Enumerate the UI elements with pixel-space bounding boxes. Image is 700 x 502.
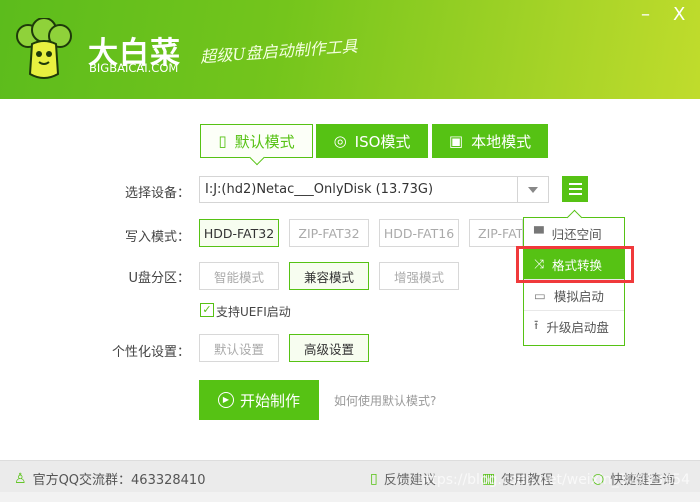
watermark: https://blog.csdn.net/weixin_37993454 <box>416 472 690 488</box>
menu-label: 升级启动盘 <box>546 320 609 335</box>
menu-item-upgrade-boot-disk[interactable]: ⭱ 升级启动盘 <box>524 311 624 342</box>
bottom-strip <box>0 492 700 502</box>
qq-group: ♙ 官方QQ交流群：463328410 <box>14 469 206 489</box>
tab-label: 默认模式 <box>234 132 295 151</box>
write-mode-zip-fat32[interactable]: ZIP-FAT32 <box>289 219 369 247</box>
close-button[interactable]: X <box>673 4 685 25</box>
start-label: 开始制作 <box>239 391 300 410</box>
footer-bar: ♙ 官方QQ交流群：463328410 ▯ 反馈建议 ▥ 使用教程 ○ 快捷键查询 ht… <box>0 460 700 492</box>
uefi-checkbox[interactable]: ✓ <box>200 303 214 317</box>
highlight-box <box>516 246 634 283</box>
write-mode-zip-fat[interactable]: ZIP-FAT <box>469 219 523 247</box>
partition-enhanced[interactable]: 增强模式 <box>379 262 459 290</box>
cabbage-logo-icon <box>16 18 72 79</box>
write-mode-label: 写入模式： <box>124 230 190 245</box>
qq-icon: ♙ <box>14 470 27 487</box>
menu-label: 归还空间 <box>551 226 602 242</box>
disc-icon: ◎ <box>333 132 347 150</box>
device-select[interactable]: I:J:(hd2)Netac___OnlyDisk (13.73G) <box>199 176 549 203</box>
partition-smart[interactable]: 智能模式 <box>199 262 279 290</box>
help-link[interactable]: 如何使用默认模式? <box>334 392 436 409</box>
personal-advanced[interactable]: 高级设置 <box>289 334 369 362</box>
monitor-icon: ▣ <box>448 132 464 150</box>
qq-text: 官方QQ交流群：463328410 <box>32 473 206 488</box>
personal-default[interactable]: 默认设置 <box>199 334 279 362</box>
menu-item-reclaim-space[interactable]: ▀ 归还空间 <box>524 218 624 249</box>
play-circle-icon: ▶ <box>217 392 234 408</box>
personal-label: 个性化设置： <box>111 345 190 360</box>
device-label: 选择设备： <box>124 186 190 201</box>
tab-local-mode[interactable]: ▣ 本地模式 <box>432 124 548 158</box>
device-value: I:J:(hd2)Netac___OnlyDisk (13.73G) <box>205 182 434 197</box>
disk-icon: ▀ <box>534 225 544 241</box>
chevron-down-icon[interactable] <box>517 177 548 202</box>
minimize-button[interactable]: – <box>641 4 650 25</box>
tab-iso-mode[interactable]: ◎ ISO模式 <box>316 124 428 158</box>
write-mode-hdd-fat16[interactable]: HDD-FAT16 <box>379 219 459 247</box>
header-banner: 大白菜 BIGBAICAI.COM 超级U盘启动制作工具 – X <box>0 0 700 99</box>
tab-label: 本地模式 <box>471 132 532 151</box>
feedback-icon: ▯ <box>370 470 378 487</box>
partition-label: U盘分区： <box>128 271 190 286</box>
usb-icon: ▯ <box>218 132 227 150</box>
uefi-label: 支持UEFI启动 <box>216 305 291 319</box>
write-mode-hdd-fat32[interactable]: HDD-FAT32 <box>199 219 279 247</box>
monitor-play-icon: ▭ <box>534 287 546 303</box>
partition-compatible[interactable]: 兼容模式 <box>289 262 369 290</box>
upload-icon: ⭱ <box>534 317 539 332</box>
start-button[interactable]: ▶ 开始制作 <box>199 380 319 420</box>
brand-domain: BIGBAICAI.COM <box>89 61 179 75</box>
tab-label: ISO模式 <box>354 132 411 151</box>
menu-button[interactable] <box>562 176 588 202</box>
menu-label: 模拟启动 <box>553 288 604 304</box>
slogan: 超级U盘启动制作工具 <box>199 36 359 67</box>
tab-default-mode[interactable]: ▯ 默认模式 <box>200 124 313 158</box>
menu-item-simulate-boot[interactable]: ▭ 模拟启动 <box>524 280 624 311</box>
